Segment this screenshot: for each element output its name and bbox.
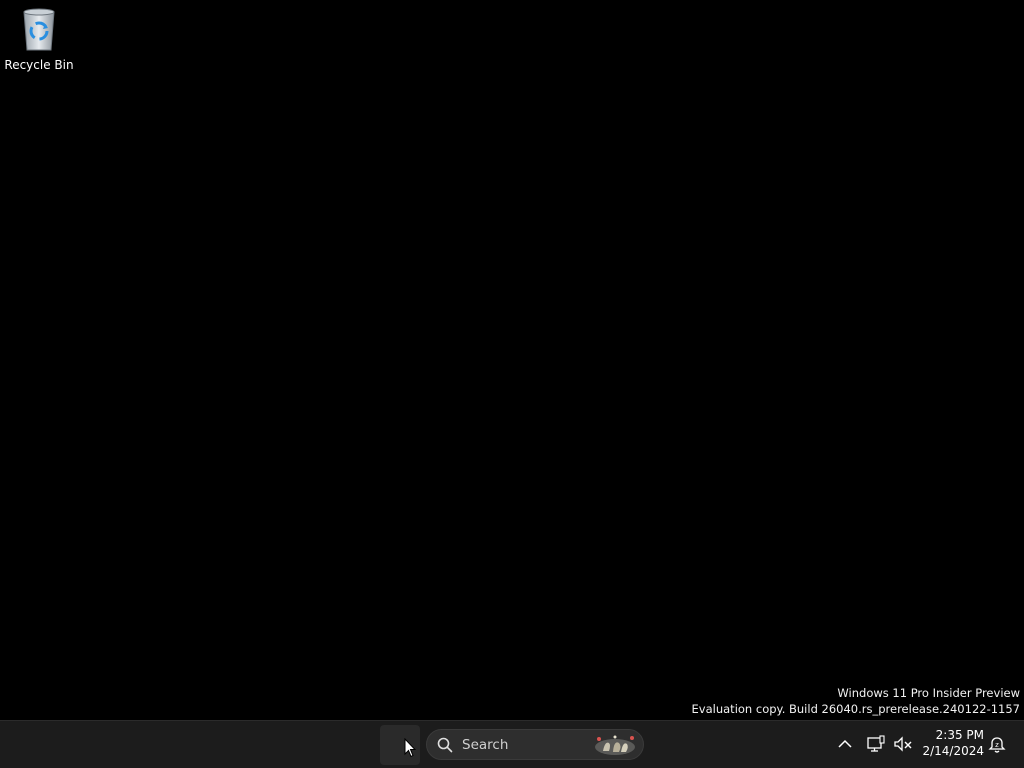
svg-text:z: z <box>995 741 999 749</box>
network-icon[interactable] <box>866 735 886 753</box>
chevron-up-icon[interactable] <box>836 735 854 753</box>
taskbar-clock[interactable]: 2:35 PM 2/14/2024 <box>918 727 984 759</box>
desktop: Recycle Bin Windows 11 Pro Insider Previ… <box>0 0 1024 720</box>
notification-bell-icon[interactable]: z <box>987 735 1007 755</box>
search-highlight-icon <box>595 735 635 755</box>
recycle-bin-icon <box>23 8 55 51</box>
search-placeholder: Search <box>462 736 509 753</box>
clock-date: 2/14/2024 <box>922 744 984 758</box>
mouse-cursor-icon <box>404 738 416 758</box>
taskbar-search-box[interactable]: Search <box>426 729 644 760</box>
watermark-line-edition: Windows 11 Pro Insider Preview <box>837 686 1020 700</box>
evaluation-watermark: Windows 11 Pro Insider Preview Evaluatio… <box>692 685 1020 717</box>
search-icon <box>437 737 453 752</box>
clock-time: 2:35 PM <box>935 728 984 742</box>
desktop-icon-label: Recycle Bin <box>4 58 74 72</box>
watermark-line-build: Evaluation copy. Build 26040.rs_prerelea… <box>691 702 1020 716</box>
taskbar: Search 2:35 PM 2/14/2024 z <box>0 720 1024 768</box>
volume-muted-icon[interactable] <box>893 735 913 753</box>
desktop-icon-recycle-bin[interactable]: Recycle Bin <box>4 6 74 76</box>
